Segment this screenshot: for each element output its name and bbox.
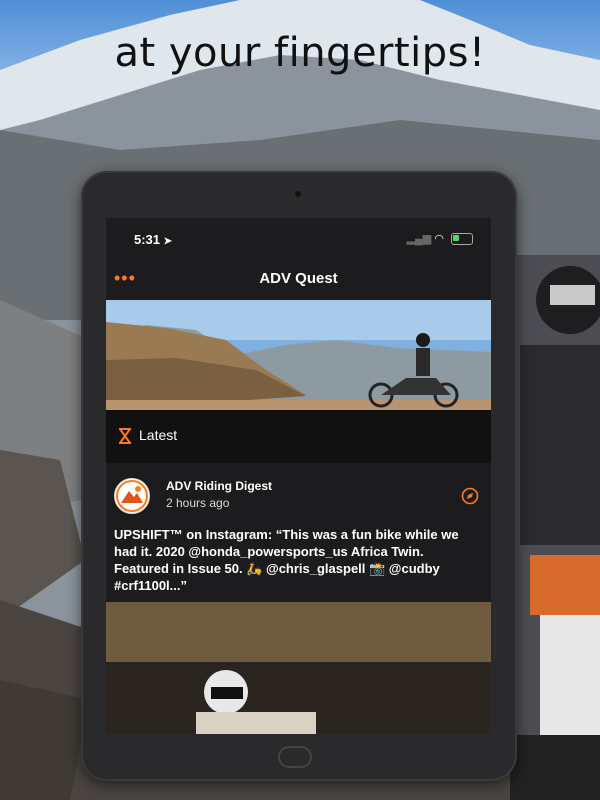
hero-image: [106, 300, 491, 410]
status-time-text: 5:31: [134, 232, 161, 247]
tablet-device: 5:31 ➤ ▂▄▆ ◠ ••• ADV Quest Latest ADV Ri…: [81, 171, 517, 781]
post-card[interactable]: ADV Riding Digest 2 hours ago UPSHIFT™ o…: [106, 468, 491, 734]
signal-icon: ▂▄▆: [406, 233, 432, 245]
promo-tagline: at your fingertips!: [114, 30, 486, 76]
compass-icon[interactable]: [461, 487, 479, 505]
nav-bar: ••• ADV Quest: [106, 258, 491, 300]
hourglass-icon: [119, 428, 131, 444]
status-icons: ▂▄▆ ◠: [406, 232, 473, 246]
rider-photo-right: [510, 255, 600, 800]
post-text[interactable]: UPSHIFT™ on Instagram: “This was a fun b…: [114, 526, 479, 594]
front-camera: [295, 191, 301, 197]
post-image[interactable]: [106, 602, 491, 734]
location-arrow-icon: ➤: [163, 236, 173, 247]
battery-icon: [451, 233, 473, 246]
nav-title: ADV Quest: [259, 270, 338, 287]
source-name[interactable]: ADV Riding Digest: [166, 479, 272, 493]
home-button[interactable]: [278, 746, 312, 768]
latest-label: Latest: [139, 427, 178, 443]
source-logo-icon: [116, 480, 148, 512]
latest-section-header[interactable]: Latest: [106, 410, 491, 463]
wifi-icon: ◠: [434, 233, 444, 245]
status-bar: 5:31 ➤ ▂▄▆ ◠: [106, 218, 491, 258]
source-avatar[interactable]: [114, 478, 150, 514]
status-time: 5:31 ➤: [134, 232, 172, 247]
post-time: 2 hours ago: [166, 496, 230, 510]
app-screen: 5:31 ➤ ▂▄▆ ◠ ••• ADV Quest Latest ADV Ri…: [106, 218, 491, 734]
